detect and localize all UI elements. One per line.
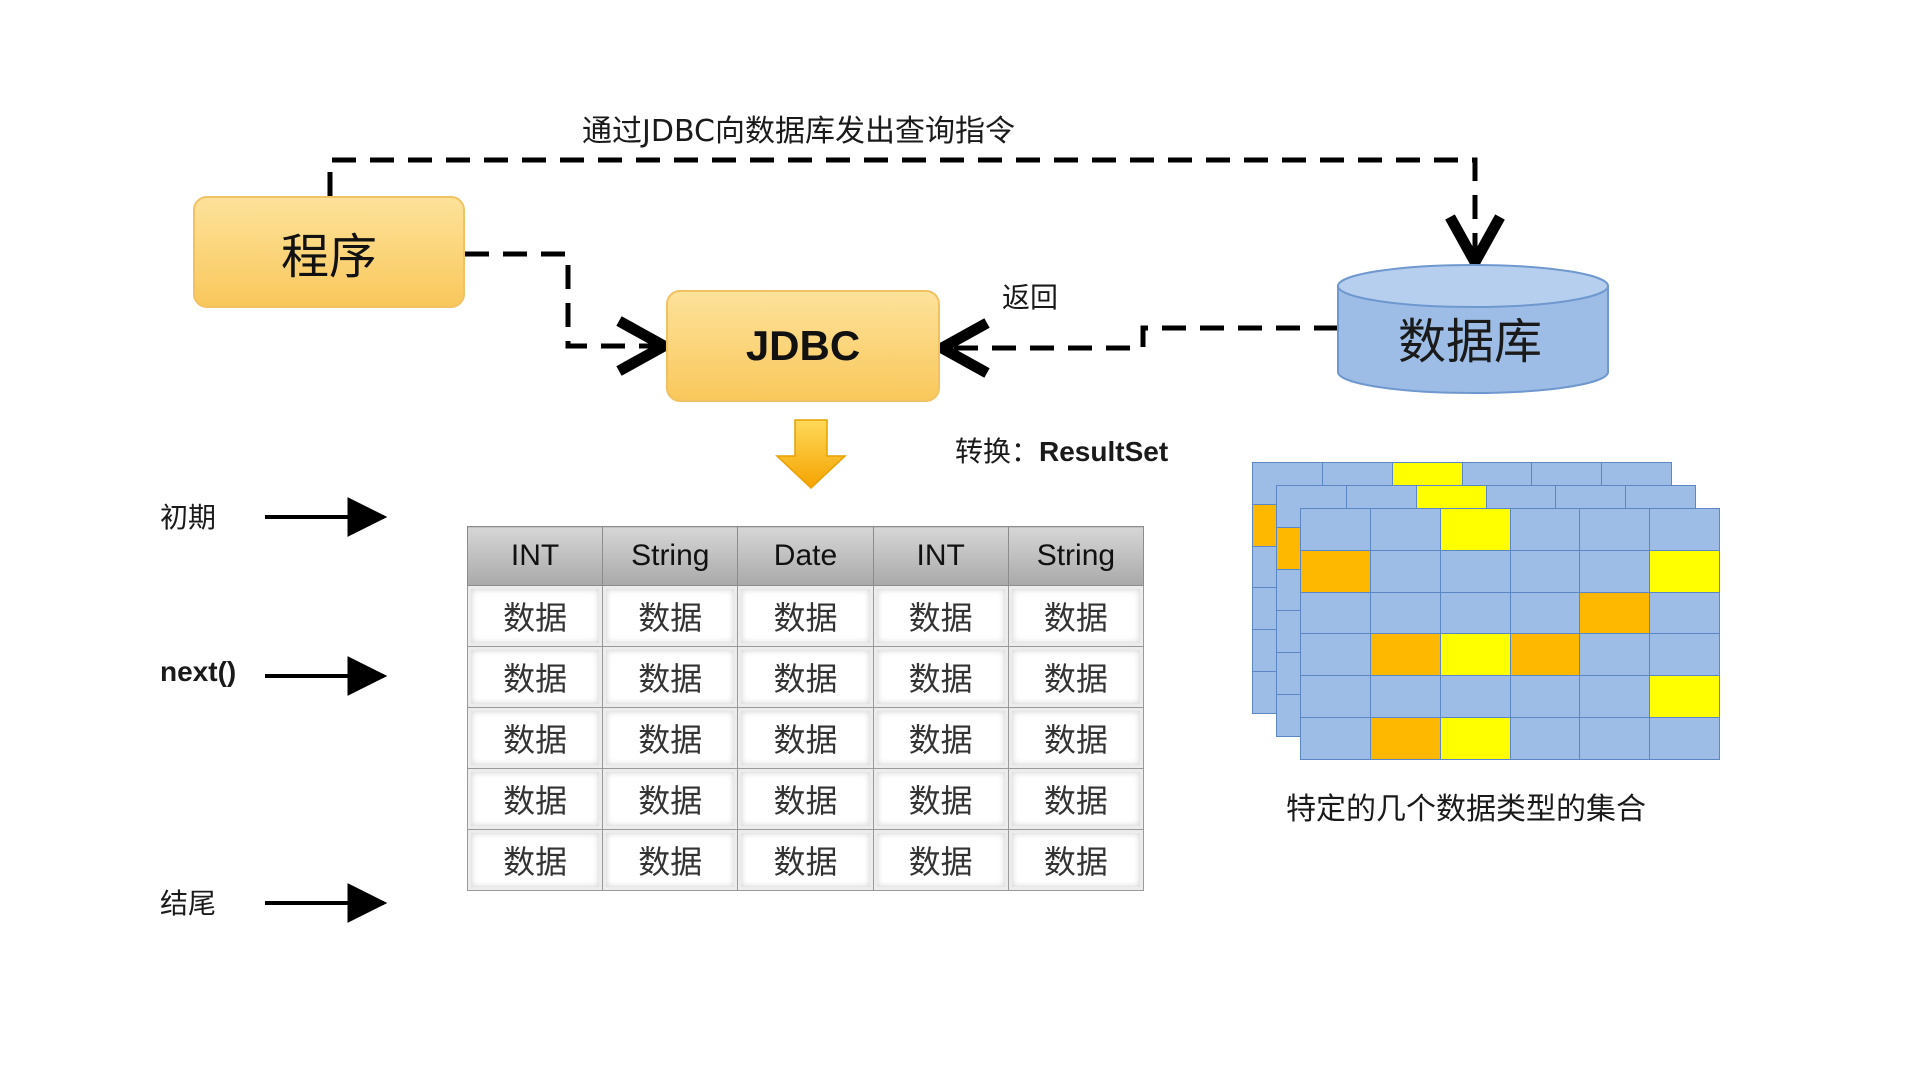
- grid-cell: [1370, 634, 1440, 676]
- table-cell: 数据: [466, 646, 604, 708]
- program-box: 程序: [193, 196, 465, 308]
- grid-cell: [1580, 550, 1650, 592]
- grid-cell: [1440, 718, 1510, 759]
- convert-label: 转换：ResultSet: [955, 430, 1168, 470]
- return-label: 返回: [1002, 281, 1059, 314]
- grid-cell: [1580, 634, 1650, 676]
- grid-cell: [1510, 676, 1580, 718]
- grid-cell: [1580, 509, 1650, 550]
- table-header-row: INT String Date INT String: [466, 526, 1145, 586]
- grid-cell: [1650, 509, 1719, 550]
- grid-cell: [1650, 550, 1719, 592]
- table-cell: 数据: [466, 829, 604, 891]
- table-cell: 数据: [737, 646, 874, 708]
- jdbc-box: JDBC: [666, 290, 940, 402]
- cursor-label-next: next(): [160, 656, 237, 687]
- grid-cell: [1580, 718, 1650, 759]
- cursor-label-end: 结尾: [160, 887, 217, 920]
- program-label: 程序: [280, 229, 377, 285]
- table-cell: 数据: [872, 585, 1009, 647]
- grid-cell: [1370, 592, 1440, 634]
- query-caption: 通过JDBC向数据库发出查询指令: [582, 114, 1015, 149]
- grid-cell: [1301, 550, 1370, 592]
- grid-cell: [1510, 718, 1580, 759]
- program-to-jdbc-connector: [465, 251, 664, 346]
- table-row: 数据 数据 数据 数据 数据: [466, 585, 1145, 647]
- table-cell: 数据: [737, 829, 874, 891]
- grid-cell: [1440, 592, 1510, 634]
- grid-cell: [1580, 676, 1650, 718]
- grid-cell: [1650, 634, 1719, 676]
- grid-cell: [1510, 634, 1580, 676]
- grid-cell: [1650, 592, 1719, 634]
- column-header: INT: [466, 526, 604, 586]
- grid-cell: [1301, 509, 1370, 550]
- table-cell: 数据: [602, 585, 739, 647]
- convert-down-arrow: [775, 419, 847, 490]
- table-cell: 数据: [602, 768, 739, 830]
- table-cell: 数据: [1007, 829, 1145, 891]
- table-cell: 数据: [872, 768, 1009, 830]
- grid-cell: [1510, 550, 1580, 592]
- grid-cell: [1440, 634, 1510, 676]
- table-cell: 数据: [466, 707, 604, 769]
- grid-cell: [1370, 550, 1440, 592]
- table-cell: 数据: [1007, 646, 1145, 708]
- grid-cell: [1440, 676, 1510, 718]
- table-cell: 数据: [466, 768, 604, 830]
- table-cell: 数据: [1007, 707, 1145, 769]
- grid-cell: [1440, 550, 1510, 592]
- grid-cell: [1301, 718, 1370, 759]
- table-cell: 数据: [872, 646, 1009, 708]
- column-header: INT: [872, 526, 1009, 586]
- jdbc-resultset-diagram: 通过JDBC向数据库发出查询指令 程序 JDBC 数据库 返回 转换：Resul…: [0, 0, 1920, 1080]
- table-cell: 数据: [1007, 768, 1145, 830]
- table-row: 数据 数据 数据 数据 数据: [466, 829, 1145, 891]
- grid-cell: [1370, 718, 1440, 759]
- table-row: 数据 数据 数据 数据 数据: [466, 768, 1145, 830]
- grid-cell: [1650, 718, 1719, 759]
- table-cell: 数据: [1007, 585, 1145, 647]
- cursor-label-start: 初期: [160, 501, 217, 534]
- table-cell: 数据: [602, 707, 739, 769]
- jdbc-label: JDBC: [745, 322, 861, 369]
- grid-cell: [1510, 509, 1580, 550]
- convert-prefix: 转换：: [955, 435, 1040, 468]
- grid-cell: [1301, 634, 1370, 676]
- table-cell: 数据: [872, 829, 1009, 891]
- datatype-sets-caption: 特定的几个数据类型的集合: [1286, 792, 1646, 827]
- datatype-grid-front: [1300, 508, 1720, 760]
- grid-cell: [1580, 592, 1650, 634]
- table-cell: 数据: [466, 585, 604, 647]
- grid-cell: [1370, 676, 1440, 718]
- return-connector: [942, 328, 1338, 348]
- table-cell: 数据: [737, 768, 874, 830]
- grid-cell: [1301, 676, 1370, 718]
- database-label: 数据库: [1397, 314, 1542, 370]
- grid-cell: [1440, 509, 1510, 550]
- query-connector: [327, 157, 1475, 262]
- grid-cell: [1301, 592, 1370, 634]
- grid-cell: [1650, 676, 1719, 718]
- table-row: 数据 数据 数据 数据 数据: [466, 707, 1145, 769]
- table-row: 数据 数据 数据 数据 数据: [466, 646, 1145, 708]
- table-cell: 数据: [737, 707, 874, 769]
- table-cell: 数据: [602, 646, 739, 708]
- grid-cell: [1510, 592, 1580, 634]
- table-cell: 数据: [872, 707, 1009, 769]
- column-header: Date: [737, 526, 874, 586]
- resultset-table: INT String Date INT String 数据 数据 数据 数据 数…: [466, 526, 1145, 891]
- resultset-type: ResultSet: [1039, 436, 1169, 467]
- table-cell: 数据: [737, 585, 874, 647]
- table-cell: 数据: [602, 829, 739, 891]
- column-header: String: [1007, 526, 1145, 586]
- column-header: String: [602, 526, 739, 586]
- grid-cell: [1370, 509, 1440, 550]
